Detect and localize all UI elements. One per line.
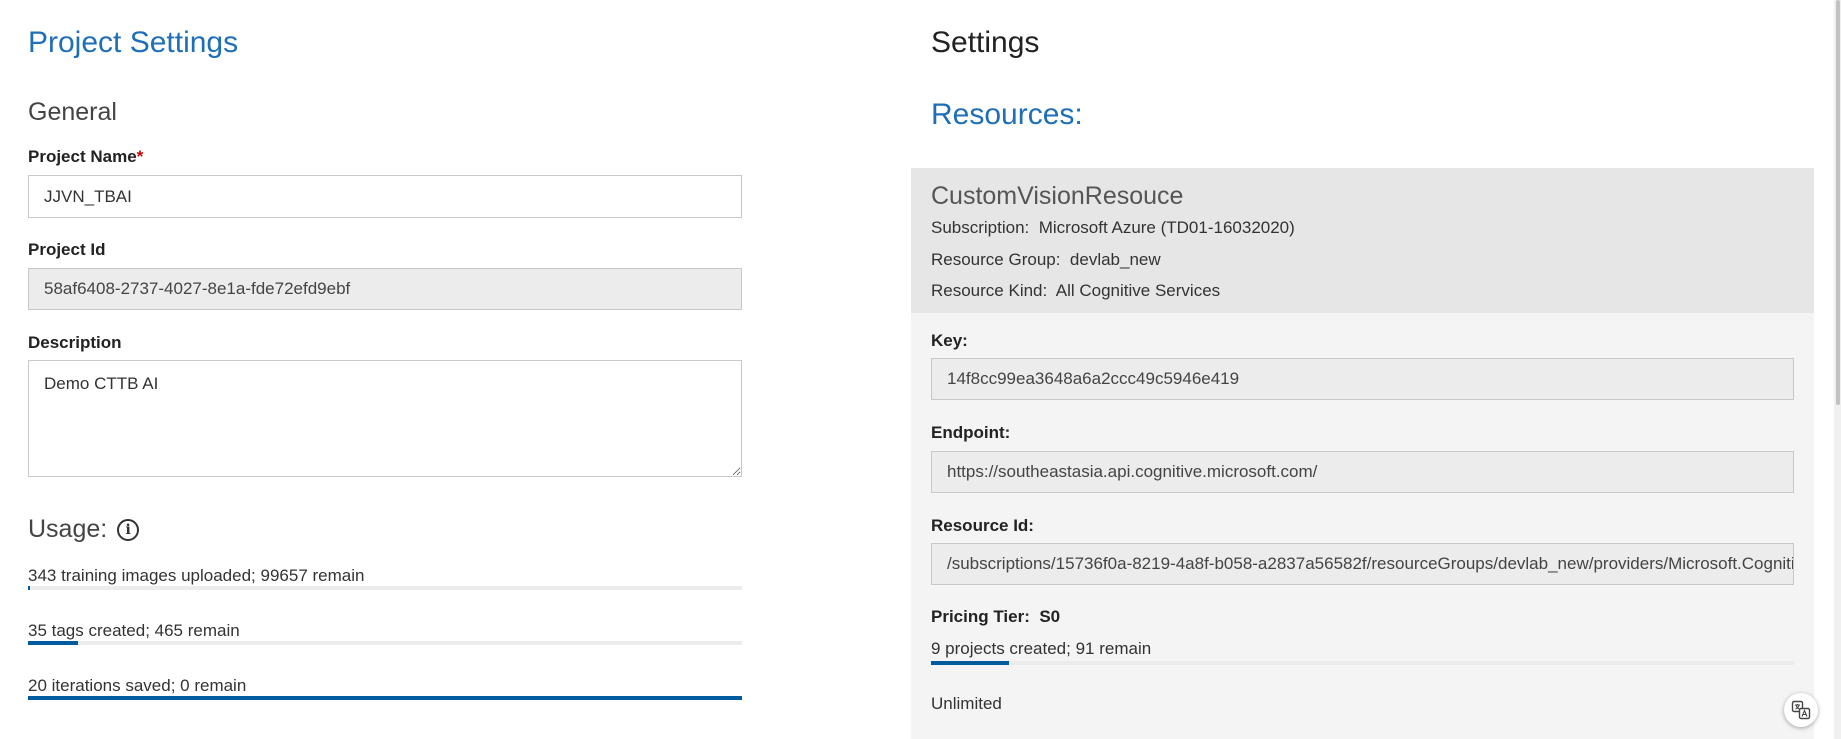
key-field[interactable]: 14f8cc99ea3648a6a2ccc49c5946e419 [931,358,1794,400]
pricing-tier-value: S0 [1039,607,1061,626]
projects-usage-text: 9 projects created; 91 remain [931,639,1152,658]
usage-item-text: 35 tags created; 465 remain [28,621,240,640]
usage-item-fill [28,586,30,590]
subscription-label: Subscription: [931,218,1030,237]
usage-item-bar [28,696,742,700]
page-title: Project Settings [28,26,239,59]
required-mark: * [136,147,144,166]
usage-heading-row: Usage: i [28,515,140,544]
translate-button[interactable] [1784,693,1818,727]
projects-usage-bar [931,661,1794,665]
project-name-label-text: Project Name [28,147,137,166]
project-id-field[interactable]: 58af6408-2737-4027-8e1a-fde72efd9ebf [28,268,742,310]
info-icon[interactable]: i [117,518,140,541]
resource-kind-label: Resource Kind: [931,281,1048,300]
description-textarea[interactable]: Demo CTTB AI [28,360,742,477]
resource-name: CustomVisionResouce [931,182,1184,210]
description-label: Description [28,333,122,352]
endpoint-label: Endpoint: [931,423,1011,442]
usage-item-text: 20 iterations saved; 0 remain [28,676,247,695]
usage-item-bar [28,641,742,645]
general-heading: General [28,98,117,126]
usage-item-bar [28,586,742,590]
usage-item-text: 343 training images uploaded; 99657 rema… [28,566,365,585]
projects-usage-fill [931,661,1009,665]
translate-icon [1791,700,1811,720]
resource-kind-value: All Cognitive Services [1055,281,1221,300]
project-id-label: Project Id [28,240,106,259]
usage-item-fill [28,696,742,700]
resources-heading: Resources: [931,98,1083,131]
pricing-tier-label: Pricing Tier: [931,607,1030,626]
project-name-label: Project Name* [28,147,143,167]
unlimited-text: Unlimited [931,694,1002,713]
resource-kind-row: Resource Kind: All Cognitive Services [931,281,1220,301]
settings-title: Settings [931,26,1040,59]
resource-group-row: Resource Group: devlab_new [931,250,1161,270]
resource-group-label: Resource Group: [931,250,1061,269]
resource-group-value: devlab_new [1069,250,1161,269]
pricing-tier-row: Pricing Tier: S0 [931,607,1060,627]
resource-id-label: Resource Id: [931,516,1034,535]
usage-item-fill [28,641,78,645]
usage-heading: Usage: [28,515,108,543]
endpoint-field[interactable]: https://southeastasia.api.cognitive.micr… [931,451,1794,493]
key-label: Key: [931,331,968,350]
project-name-input[interactable]: JJVN_TBAI [28,175,742,218]
scrollbar-thumb[interactable] [1836,0,1840,405]
subscription-value: Microsoft Azure (TD01-16032020) [1038,218,1295,237]
subscription-row: Subscription: Microsoft Azure (TD01-1603… [931,218,1295,238]
resource-id-field[interactable]: /subscriptions/15736f0a-8219-4a8f-b058-a… [931,543,1794,585]
